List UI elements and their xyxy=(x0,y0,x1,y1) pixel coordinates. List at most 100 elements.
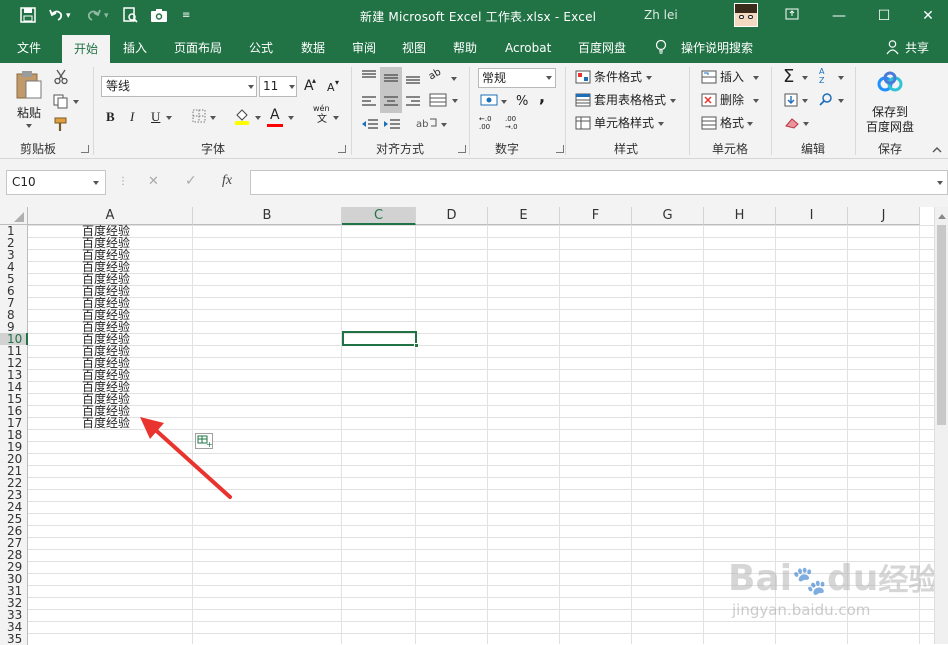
font-family-dropdown-icon[interactable] xyxy=(248,85,254,89)
font-color-icon[interactable]: A xyxy=(270,107,280,123)
increase-indent-icon[interactable] xyxy=(384,118,400,133)
row-header-3[interactable]: 3 xyxy=(0,249,28,261)
expand-formula-bar-icon[interactable] xyxy=(937,181,943,185)
vertical-scrollbar[interactable] xyxy=(934,207,948,644)
tab-formulas[interactable]: 公式 xyxy=(249,39,273,57)
column-header-f[interactable]: F xyxy=(560,207,632,225)
row-header-23[interactable]: 23 xyxy=(0,489,28,501)
orientation-dropdown-icon[interactable] xyxy=(451,77,457,81)
column-header-d[interactable]: D xyxy=(416,207,488,225)
row-header-15[interactable]: 15 xyxy=(0,393,28,405)
align-left-icon[interactable] xyxy=(362,95,376,110)
enter-icon[interactable]: ✓ xyxy=(185,173,197,189)
paste-icon[interactable] xyxy=(14,69,44,104)
fill-color-icon[interactable] xyxy=(234,107,250,128)
save-icon[interactable] xyxy=(20,7,36,25)
customize-qat-icon[interactable]: ≡ xyxy=(182,7,190,25)
format-cells-icon[interactable] xyxy=(701,116,717,133)
row-header-5[interactable]: 5 xyxy=(0,273,28,285)
row-header-7[interactable]: 7 xyxy=(0,297,28,309)
tab-home[interactable]: 开始 xyxy=(62,35,110,63)
active-cell-border[interactable] xyxy=(342,331,419,348)
format-dropdown-icon[interactable] xyxy=(747,122,753,126)
save-to-netdisk-line2[interactable]: 百度网盘 xyxy=(866,119,914,135)
row-header-11[interactable]: 11 xyxy=(0,345,28,357)
tab-data[interactable]: 数据 xyxy=(301,39,325,57)
increase-decimal-button[interactable]: ←.0 .00 xyxy=(479,115,503,131)
cut-icon[interactable] xyxy=(54,69,68,88)
font-color-dropdown-icon[interactable] xyxy=(288,116,294,120)
row-header-28[interactable]: 28 xyxy=(0,549,28,561)
column-header-a[interactable]: A xyxy=(28,207,193,225)
row-header-19[interactable]: 19 xyxy=(0,441,28,453)
insert-cells-button[interactable]: 插入 xyxy=(720,69,744,85)
row-header-12[interactable]: 12 xyxy=(0,357,28,369)
worksheet-grid[interactable]: ABCDEFGHIJ 1 2 3 4 5 6 7 8 9 10 11 12 13 14 15 16 17 18 19… xyxy=(0,207,948,645)
tab-file[interactable]: 文件 xyxy=(17,39,41,57)
format-as-table-icon[interactable] xyxy=(575,93,591,110)
cell-styles-dropdown-icon[interactable] xyxy=(658,122,664,126)
bottom-align-icon[interactable] xyxy=(406,72,420,87)
insert-cells-icon[interactable] xyxy=(701,70,717,87)
row-header-9[interactable]: 9 xyxy=(0,321,28,333)
underline-dropdown-icon[interactable] xyxy=(166,116,172,120)
underline-button[interactable]: U xyxy=(151,109,160,125)
conditional-format-button[interactable]: 条件格式 xyxy=(594,69,642,85)
maximize-icon[interactable]: ☐ xyxy=(873,6,895,26)
cancel-icon[interactable]: ✕ xyxy=(148,174,159,190)
row-header-6[interactable]: 6 xyxy=(0,285,28,297)
cell-styles-icon[interactable] xyxy=(575,116,591,133)
tell-me-search[interactable]: 操作说明搜索 xyxy=(681,39,753,57)
alignment-launcher-icon[interactable] xyxy=(458,145,466,153)
tab-view[interactable]: 视图 xyxy=(402,39,426,57)
accounting-dropdown-icon[interactable] xyxy=(501,100,507,104)
row-header-16[interactable]: 16 xyxy=(0,405,28,417)
undo-dropdown-icon[interactable]: ▾ xyxy=(66,7,71,25)
row-header-30[interactable]: 30 xyxy=(0,573,28,585)
row-header-13[interactable]: 13 xyxy=(0,369,28,381)
tab-insert[interactable]: 插入 xyxy=(123,39,147,57)
row-header-14[interactable]: 14 xyxy=(0,381,28,393)
row-header-1[interactable]: 1 xyxy=(0,225,28,237)
font-family-select[interactable]: 等线 xyxy=(101,76,257,97)
conditional-format-dropdown-icon[interactable] xyxy=(646,76,652,80)
number-launcher-icon[interactable] xyxy=(556,145,564,153)
row-header-20[interactable]: 20 xyxy=(0,453,28,465)
row-header-35[interactable]: 35 xyxy=(0,633,28,645)
avatar[interactable] xyxy=(734,3,758,27)
delete-dropdown-icon[interactable] xyxy=(753,99,759,103)
borders-icon[interactable] xyxy=(192,109,206,126)
name-box[interactable]: C10 xyxy=(6,170,106,195)
column-header-h[interactable]: H xyxy=(704,207,776,225)
row-header-25[interactable]: 25 xyxy=(0,513,28,525)
baidu-netdisk-icon[interactable] xyxy=(877,71,903,98)
bold-button[interactable]: B xyxy=(106,109,115,125)
fill-dropdown-icon[interactable] xyxy=(802,99,808,103)
fill-color-dropdown-icon[interactable] xyxy=(255,116,261,120)
borders-dropdown-icon[interactable] xyxy=(210,116,216,120)
format-as-table-dropdown-icon[interactable] xyxy=(670,99,676,103)
column-header-i[interactable]: I xyxy=(776,207,848,225)
row-header-2[interactable]: 2 xyxy=(0,237,28,249)
minimize-icon[interactable]: — xyxy=(828,6,850,26)
autosum-icon[interactable]: Σ xyxy=(783,66,794,88)
row-header-10[interactable]: 10 xyxy=(0,333,28,345)
decrease-decimal-button[interactable]: .00 →.0 xyxy=(505,115,529,131)
close-icon[interactable]: ✕ xyxy=(917,6,939,26)
scroll-thumb[interactable] xyxy=(937,225,946,425)
column-header-g[interactable]: G xyxy=(632,207,704,225)
percent-style-button[interactable]: % xyxy=(516,94,528,110)
align-right-icon[interactable] xyxy=(406,95,420,110)
phonetic-guide-icon[interactable]: 文 xyxy=(317,114,327,125)
row-header-32[interactable]: 32 xyxy=(0,597,28,609)
conditional-format-icon[interactable] xyxy=(575,70,591,87)
sort-filter-dropdown-icon[interactable] xyxy=(838,76,844,80)
delete-cells-button[interactable]: 删除 xyxy=(720,92,744,108)
column-header-b[interactable]: B xyxy=(193,207,342,225)
collapse-ribbon-icon[interactable] xyxy=(932,146,942,157)
font-launcher-icon[interactable] xyxy=(338,145,346,153)
save-to-netdisk-line1[interactable]: 保存到 xyxy=(872,104,908,120)
row-header-26[interactable]: 26 xyxy=(0,525,28,537)
font-size-dropdown-icon[interactable] xyxy=(289,85,295,89)
delete-cells-icon[interactable] xyxy=(701,93,717,110)
